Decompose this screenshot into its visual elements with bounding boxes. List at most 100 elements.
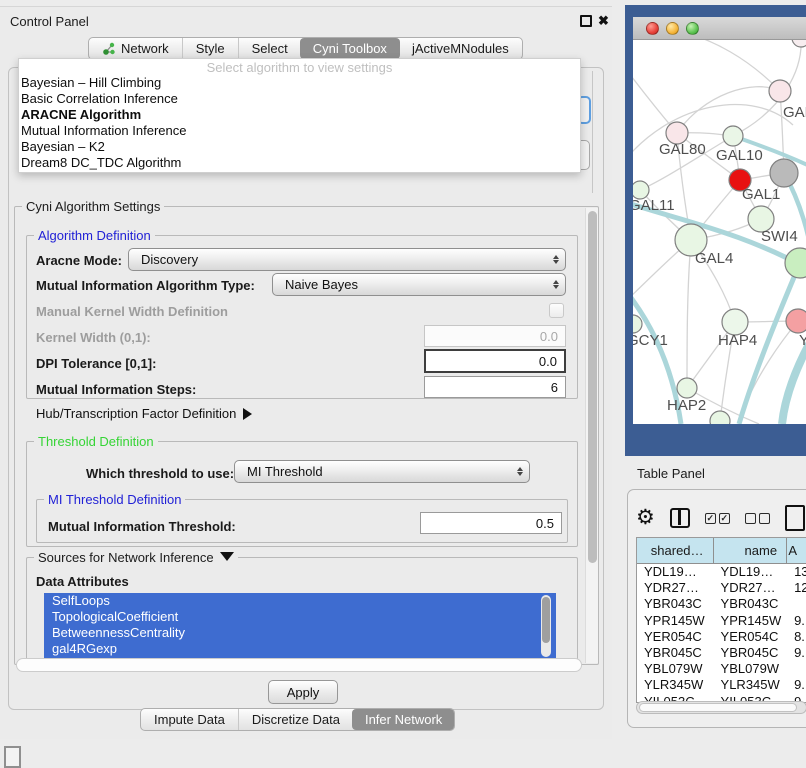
table-cell: YBR045C <box>637 645 714 661</box>
tab-jactivemnodules[interactable]: jActiveMNodules <box>399 38 522 59</box>
table-cell: YDR27… <box>714 580 788 596</box>
network-edge[interactable] <box>633 105 793 160</box>
column-header-shared[interactable]: shared… <box>637 538 714 563</box>
sources-group-title[interactable]: Sources for Network Inference <box>34 550 238 565</box>
data-attributes-list[interactable]: SelfLoopsTopologicalCoefficientBetweenne… <box>44 593 556 659</box>
node-label-gal4: GAL4 <box>695 250 733 267</box>
tab-network[interactable]: Network <box>89 38 182 59</box>
table-row[interactable]: YLR345WYLR345W9. <box>637 677 806 693</box>
table-row[interactable]: YPR145WYPR145W9. <box>637 613 806 629</box>
minimize-traffic-light-icon[interactable] <box>666 22 679 35</box>
table-row[interactable]: YDR27…YDR27…12 <box>637 580 806 596</box>
column-header-name[interactable]: name <box>714 538 788 563</box>
tab-select[interactable]: Select <box>238 38 301 59</box>
column-header-a[interactable]: A <box>787 538 806 563</box>
table-panel: ⚙ ✓ ✓ shared…nameA YDL19…YDL19…13YDR27…Y… <box>627 489 806 728</box>
aracne-mode-select[interactable]: Discovery <box>128 248 566 271</box>
network-canvas[interactable]: GALGAL80GAL10GAL1GAL11GAL4SWI4GCY1HAP4YH… <box>633 40 806 424</box>
tab-impute-data[interactable]: Impute Data <box>141 709 238 730</box>
settings-scrollbar[interactable] <box>585 208 598 663</box>
algorithm-option-bayesian-hill-climbing[interactable]: Bayesian – Hill Climbing <box>19 75 580 91</box>
algorithm-option-mutual-information-inference[interactable]: Mutual Information Inference <box>19 123 580 139</box>
close-icon[interactable]: ✖ <box>598 15 610 27</box>
table-cell: 9. <box>787 645 806 661</box>
network-node-swi4[interactable] <box>785 248 806 278</box>
tab-cyni-toolbox[interactable]: Cyni Toolbox <box>300 38 400 59</box>
mi-threshold-field[interactable]: 0.5 <box>420 512 562 534</box>
table-row[interactable]: YBR043CYBR043C <box>637 596 806 612</box>
tab-style[interactable]: Style <box>182 38 238 59</box>
control-panel: Control Panel ✖ NetworkStyleSelectCyni T… <box>0 6 612 739</box>
tab-infer-network[interactable]: Infer Network <box>352 709 455 730</box>
network-node-hap2[interactable] <box>677 378 697 398</box>
table-row[interactable]: YER054CYER054C8. <box>637 629 806 645</box>
settings-hscrollbar[interactable] <box>16 658 582 672</box>
network-window-titlebar[interactable] <box>633 17 806 40</box>
algorithm-option-aracne-algorithm[interactable]: ARACNE Algorithm <box>19 107 580 123</box>
attribute-item-selfloops[interactable]: SelfLoops <box>44 593 556 609</box>
tab-discretize-data[interactable]: Discretize Data <box>238 709 353 730</box>
table-cell <box>787 661 806 677</box>
aracne-mode-value: Discovery <box>141 252 553 267</box>
table-hscrollbar-thumb[interactable] <box>639 703 797 712</box>
which-threshold-label: Which threshold to use: <box>86 466 234 481</box>
hub-section-toggle[interactable]: Hub/Transcription Factor Definition <box>36 406 252 421</box>
node-label-gal: GAL <box>783 104 806 121</box>
algorithm-option-basic-correlation-inference[interactable]: Basic Correlation Inference <box>19 91 580 107</box>
network-node-gcy1[interactable] <box>633 315 642 333</box>
network-node[interactable] <box>792 40 806 47</box>
settings-scrollbar-thumb[interactable] <box>588 211 597 563</box>
zoom-traffic-light-icon[interactable] <box>686 22 699 35</box>
document-icon[interactable] <box>785 505 805 531</box>
tab-label: Infer Network <box>365 712 442 727</box>
minimized-panel-icon[interactable] <box>4 746 21 768</box>
node-table[interactable]: shared…nameA YDL19…YDL19…13YDR27…YDR27…1… <box>636 537 806 703</box>
node-label-gal1: GAL1 <box>742 186 780 203</box>
table-cell: YDL19… <box>637 564 714 580</box>
table-row[interactable]: YBL079WYBL079W <box>637 661 806 677</box>
table-hscrollbar[interactable] <box>636 701 806 714</box>
mi-steps-field[interactable]: 6 <box>424 376 566 398</box>
deselect-all-columns-icon[interactable] <box>745 513 770 524</box>
network-edge[interactable] <box>677 87 780 133</box>
mi-type-label: Mutual Information Algorithm Type: <box>36 278 255 293</box>
mi-type-select[interactable]: Naive Bayes <box>272 273 566 296</box>
apply-button[interactable]: Apply <box>268 680 338 704</box>
attributes-scrollbar[interactable] <box>541 595 551 657</box>
attribute-item-gal4rgexp[interactable]: gal4RGexp <box>44 641 556 657</box>
select-all-columns-icon[interactable]: ✓ ✓ <box>705 513 730 524</box>
table-header-row: shared…nameA <box>637 538 806 564</box>
table-row[interactable]: YBR045CYBR045C9. <box>637 645 806 661</box>
tab-label: Style <box>196 41 225 56</box>
node-label-hap2: HAP2 <box>667 397 706 414</box>
stepper-icon <box>553 280 559 289</box>
close-traffic-light-icon[interactable] <box>646 22 659 35</box>
algorithm-option-dream8-dc-tdc-algorithm[interactable]: Dream8 DC_TDC Algorithm <box>19 155 580 171</box>
gear-icon[interactable]: ⚙ <box>636 508 655 528</box>
network-view-window[interactable]: GALGAL80GAL10GAL1GAL11GAL4SWI4GCY1HAP4YH… <box>625 5 806 456</box>
attribute-item-betweennesscentrality[interactable]: BetweennessCentrality <box>44 625 556 641</box>
attributes-scrollbar-thumb[interactable] <box>542 597 550 643</box>
node-label-gcy1: GCY1 <box>633 332 668 349</box>
columns-icon[interactable] <box>670 508 690 528</box>
which-threshold-select[interactable]: MI Threshold <box>234 460 530 483</box>
network-edge[interactable] <box>633 68 677 133</box>
manual-kernel-checkbox[interactable] <box>549 303 564 318</box>
algorithm-option-bayesian-k2[interactable]: Bayesian – K2 <box>19 139 580 155</box>
kernel-width-label: Kernel Width (0,1): <box>36 330 151 345</box>
network-graph[interactable]: GALGAL80GAL10GAL1GAL11GAL4SWI4GCY1HAP4YH… <box>633 40 806 424</box>
tab-label: Cyni Toolbox <box>313 41 387 56</box>
float-window-icon[interactable] <box>580 15 592 27</box>
table-row[interactable]: YDL19…YDL19…13 <box>637 564 806 580</box>
kernel-width-field[interactable]: 0.0 <box>424 325 566 347</box>
network-node[interactable] <box>770 159 798 187</box>
network-node-y[interactable] <box>786 309 806 333</box>
network-edge[interactable] <box>687 240 691 388</box>
network-node-gal10[interactable] <box>723 126 743 146</box>
network-node-gal[interactable] <box>769 80 791 102</box>
apply-button-label: Apply <box>287 685 320 700</box>
network-edge[interactable] <box>683 40 780 91</box>
network-node[interactable] <box>710 411 730 424</box>
dpi-tolerance-field[interactable]: 0.0 <box>424 349 566 373</box>
attribute-item-topologicalcoefficient[interactable]: TopologicalCoefficient <box>44 609 556 625</box>
